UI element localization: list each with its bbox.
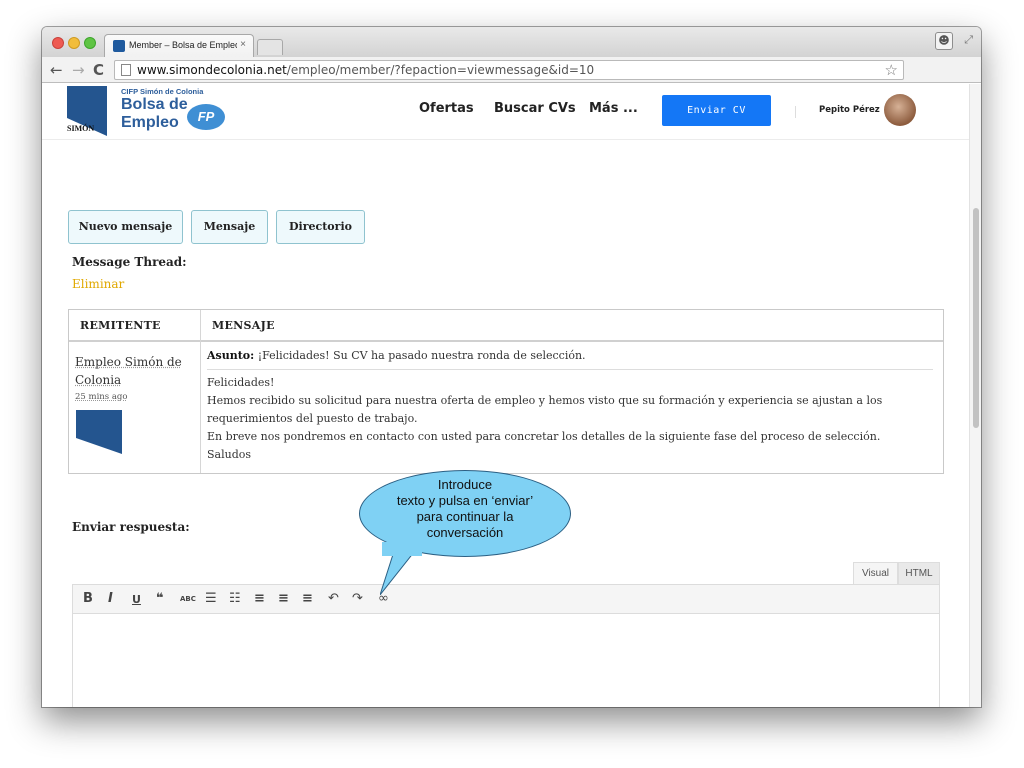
underline-icon[interactable]: U xyxy=(132,593,141,606)
blockquote-icon[interactable]: ❝ xyxy=(156,591,164,606)
subject-divider xyxy=(207,369,933,370)
annotation-line: Introduce xyxy=(437,477,493,492)
column-divider xyxy=(200,310,201,473)
reload-icon[interactable]: C xyxy=(93,60,104,80)
site-logo[interactable]: SIMÓN CIFP Simón de Colonia Bolsa de Emp… xyxy=(67,86,227,138)
nuevo-mensaje-button[interactable]: Nuevo mensaje xyxy=(68,210,183,244)
tab-visual[interactable]: Visual xyxy=(853,562,898,585)
bold-icon[interactable]: B xyxy=(83,591,93,606)
sender-name-link[interactable]: Empleo Simón de Colonia xyxy=(75,353,193,389)
subject-label: Asunto: xyxy=(207,349,255,362)
column-header-remitente: REMITENTE xyxy=(80,319,161,332)
annotation-text: Introduce texto y pulsa en ‘enviar’ para… xyxy=(359,477,571,541)
tab-strip: Member – Bolsa de Empleo × ☻ ⤢ xyxy=(42,27,981,58)
thread-heading: Message Thread: xyxy=(72,255,187,269)
bullet-list-icon[interactable]: ☰ xyxy=(205,591,217,606)
logo-simon-text: SIMÓN xyxy=(67,124,95,133)
browser-window: Member – Bolsa de Empleo × ☻ ⤢ ← → C www… xyxy=(42,27,981,707)
bookmark-star-icon[interactable]: ☆ xyxy=(885,61,898,79)
logo-fp-icon: FP xyxy=(187,104,225,130)
column-header-mensaje: MENSAJE xyxy=(212,319,275,332)
nav-buscar-cvs[interactable]: Buscar CVs xyxy=(494,101,576,116)
annotation-line: texto y pulsa en ‘enviar’ xyxy=(396,493,534,508)
url-text[interactable]: www.simondecolonia.net/empleo/member/?fe… xyxy=(137,63,594,77)
site-favicon-icon xyxy=(113,40,125,52)
annotation-line: conversación xyxy=(426,525,504,540)
align-center-icon[interactable]: ≡ xyxy=(278,591,289,606)
back-icon[interactable]: ← xyxy=(50,60,63,80)
editor-toolbar: B I U ❝ ABC ☰ ☷ ≡ ≡ ≡ ↶ ↷ ∞ xyxy=(73,585,939,614)
page-content: SIMÓN CIFP Simón de Colonia Bolsa de Emp… xyxy=(42,84,969,707)
page-icon xyxy=(121,64,131,76)
logo-empleo-text: Empleo xyxy=(121,114,179,131)
align-right-icon[interactable]: ≡ xyxy=(302,591,313,606)
message-body-line: En breve nos pondremos en contacto con u… xyxy=(207,430,881,443)
reply-heading: Enviar respuesta: xyxy=(72,520,190,534)
browser-toolbar: ← → C www.simondecolonia.net/empleo/memb… xyxy=(42,57,981,108)
tab-title: Member – Bolsa de Empleo xyxy=(129,40,237,50)
address-bar[interactable]: www.simondecolonia.net/empleo/member/?fe… xyxy=(114,60,904,80)
eliminar-link[interactable]: Eliminar xyxy=(72,277,124,291)
page-scrollbar[interactable] xyxy=(969,84,981,707)
logo-cifp-text: CIFP Simón de Colonia xyxy=(121,87,204,96)
new-tab-button[interactable] xyxy=(257,39,283,55)
speech-bubble-joint xyxy=(382,542,422,556)
align-left-icon[interactable]: ≡ xyxy=(254,591,265,606)
strikethrough-icon[interactable]: ABC xyxy=(180,595,196,603)
profile-icon[interactable]: ☻ xyxy=(935,32,953,50)
directorio-button[interactable]: Directorio xyxy=(276,210,365,244)
scrollbar-thumb[interactable] xyxy=(973,208,979,428)
logo-bolsa-text: Bolsa de xyxy=(121,96,188,113)
nav-ofertas[interactable]: Ofertas xyxy=(419,101,474,116)
message-body-line: Hemos recibido su solicitud para nuestra… xyxy=(207,394,883,407)
mensaje-button[interactable]: Mensaje xyxy=(191,210,268,244)
message-body-line: Saludos xyxy=(207,448,252,461)
tab-close-icon[interactable]: × xyxy=(240,39,246,50)
fullscreen-icon[interactable]: ⤢ xyxy=(964,33,973,47)
close-window-button[interactable] xyxy=(52,37,64,49)
numbered-list-icon[interactable]: ☷ xyxy=(229,591,241,606)
site-header: SIMÓN CIFP Simón de Colonia Bolsa de Emp… xyxy=(42,84,969,140)
user-name[interactable]: Pepito Pérez xyxy=(819,105,880,115)
sender-logo-icon xyxy=(76,410,122,454)
enviar-cv-button[interactable]: Enviar CV xyxy=(662,95,771,126)
message-subject: Asunto: ¡Felicidades! Su CV ha pasado nu… xyxy=(207,349,586,362)
message-body-line: requerimientos del puesto de trabajo. xyxy=(207,412,418,425)
avatar[interactable] xyxy=(884,94,916,126)
redo-icon[interactable]: ↷ xyxy=(352,591,363,606)
annotation-line: para continuar la xyxy=(416,509,514,524)
nav-mas[interactable]: Más ... xyxy=(589,101,638,116)
message-body-line: Felicidades! xyxy=(207,376,275,389)
forward-icon[interactable]: → xyxy=(72,60,85,80)
sender-timestamp: 25 mins ago xyxy=(75,392,128,402)
tab-html[interactable]: HTML xyxy=(898,562,940,585)
url-path: /empleo/member/?fepaction=viewmessage&id… xyxy=(286,63,595,77)
undo-icon[interactable]: ↶ xyxy=(328,591,339,606)
reply-editor[interactable]: B I U ❝ ABC ☰ ☷ ≡ ≡ ≡ ↶ ↷ ∞ xyxy=(72,584,940,707)
header-divider xyxy=(795,106,796,118)
minimize-window-button[interactable] xyxy=(68,37,80,49)
subject-text: ¡Felicidades! Su CV ha pasado nuestra ro… xyxy=(254,349,586,362)
zoom-window-button[interactable] xyxy=(84,37,96,49)
italic-icon[interactable]: I xyxy=(108,591,113,606)
message-table: REMITENTE MENSAJE Empleo Simón de Coloni… xyxy=(68,309,944,474)
browser-tab[interactable]: Member – Bolsa de Empleo × xyxy=(104,34,254,58)
url-domain: www.simondecolonia.net xyxy=(137,63,287,77)
